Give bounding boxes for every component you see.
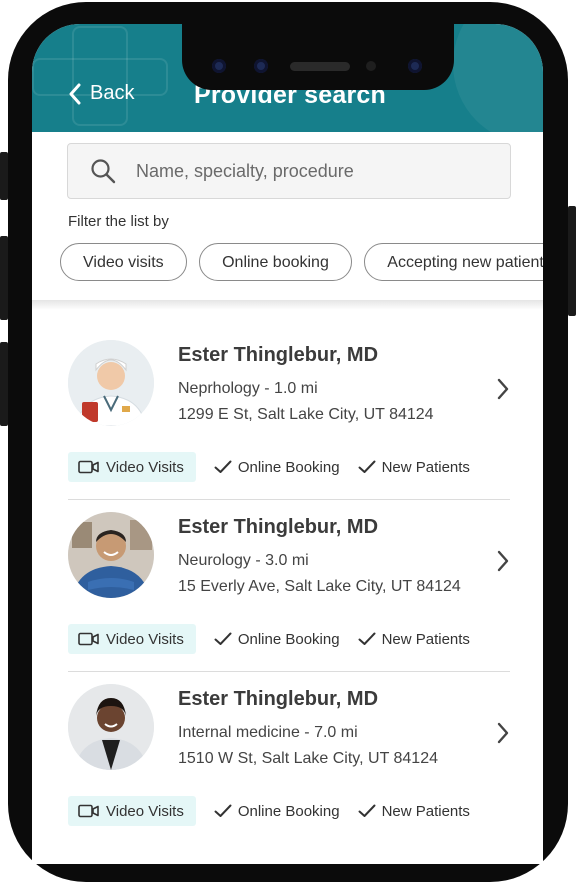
video-visits-label: Video Visits <box>106 630 184 648</box>
provider-specialty: Neprhology - 1.0 mi <box>178 380 318 397</box>
video-visits-badge: Video Visits <box>68 796 196 826</box>
video-visits-badge: Video Visits <box>68 452 196 482</box>
provider-address: 1510 W St, Salt Lake City, UT 84124 <box>178 750 438 767</box>
volume-down-button <box>0 342 8 426</box>
new-patients-label: New Patients <box>381 630 470 648</box>
check-icon <box>214 460 232 473</box>
chevron-right-icon[interactable] <box>496 378 510 400</box>
provider-avatar <box>68 512 154 598</box>
provider-name: Ester Thinglebur, MD <box>178 344 379 366</box>
online-booking-badge: Online Booking <box>214 803 340 820</box>
card-divider <box>68 671 510 672</box>
provider-card[interactable]: Ester Thinglebur, MD Neprhology - 1.0 mi… <box>68 340 510 512</box>
speaker-grill <box>290 62 350 71</box>
video-camera-icon <box>78 460 99 474</box>
back-button[interactable]: Back <box>68 82 134 105</box>
proximity-sensor <box>366 61 376 71</box>
new-patients-badge: New Patients <box>358 803 470 820</box>
provider-address: 1299 E St, Salt Lake City, UT 84124 <box>178 406 434 423</box>
online-booking-label: Online Booking <box>237 802 340 820</box>
provider-name: Ester Thinglebur, MD <box>178 688 379 710</box>
new-patients-label: New Patients <box>381 802 470 820</box>
check-icon <box>358 632 376 645</box>
phone-screen: Back Provider search Filter the list by … <box>32 24 543 864</box>
online-booking-label: Online Booking <box>237 630 340 648</box>
filter-label: Filter the list by <box>68 213 169 230</box>
provider-badges: Video Visits Online Booking New Patients <box>68 796 470 826</box>
mute-switch <box>0 152 8 200</box>
provider-specialty: Internal medicine - 7.0 mi <box>178 724 358 741</box>
provider-badges: Video Visits Online Booking New Patients <box>68 624 470 654</box>
online-booking-badge: Online Booking <box>214 459 340 476</box>
provider-card[interactable]: Ester Thinglebur, MD Internal medicine -… <box>68 684 510 856</box>
provider-avatar <box>68 340 154 426</box>
search-icon <box>90 158 116 184</box>
check-icon <box>358 460 376 473</box>
back-label: Back <box>90 82 135 104</box>
new-patients-badge: New Patients <box>358 631 470 648</box>
video-visits-label: Video Visits <box>106 458 184 476</box>
camera-icon <box>408 59 422 73</box>
filter-chips: Video visits Online booking Accepting ne… <box>60 243 543 285</box>
new-patients-label: New Patients <box>381 458 470 476</box>
camera-notch <box>182 24 454 90</box>
online-booking-badge: Online Booking <box>214 631 340 648</box>
check-icon <box>214 804 232 817</box>
provider-name: Ester Thinglebur, MD <box>178 516 379 538</box>
filter-chip-video-visits[interactable]: Video visits <box>60 243 187 281</box>
card-divider <box>68 499 510 500</box>
filter-chip-online-booking[interactable]: Online booking <box>199 243 352 281</box>
new-patients-badge: New Patients <box>358 459 470 476</box>
camera-icon <box>254 59 268 73</box>
search-box[interactable] <box>67 143 511 199</box>
camera-icon <box>212 59 226 73</box>
list-top-shadow <box>32 300 543 310</box>
check-icon <box>358 804 376 817</box>
power-button <box>568 206 576 316</box>
volume-up-button <box>0 236 8 320</box>
provider-specialty: Neurology - 3.0 mi <box>178 552 309 569</box>
filter-chip-accepting-new-patients[interactable]: Accepting new patients <box>364 243 543 281</box>
provider-card[interactable]: Ester Thinglebur, MD Neurology - 3.0 mi … <box>68 512 510 684</box>
chevron-right-icon[interactable] <box>496 722 510 744</box>
check-icon <box>214 632 232 645</box>
search-input[interactable] <box>134 159 478 183</box>
video-visits-label: Video Visits <box>106 802 184 820</box>
online-booking-label: Online Booking <box>237 458 340 476</box>
video-camera-icon <box>78 804 99 818</box>
video-camera-icon <box>78 632 99 646</box>
provider-badges: Video Visits Online Booking New Patients <box>68 452 470 482</box>
video-visits-badge: Video Visits <box>68 624 196 654</box>
header-decoration <box>453 24 543 132</box>
provider-avatar <box>68 684 154 770</box>
back-chevron-icon <box>69 83 81 104</box>
chevron-right-icon[interactable] <box>496 550 510 572</box>
provider-address: 15 Everly Ave, Salt Lake City, UT 84124 <box>178 578 461 595</box>
